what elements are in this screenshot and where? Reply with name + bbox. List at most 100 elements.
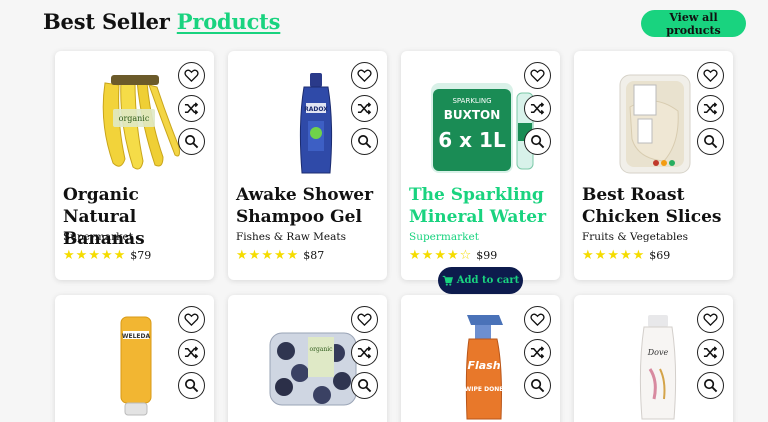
compare-button[interactable] <box>524 339 551 366</box>
product-image-bananas[interactable]: organic <box>75 63 193 181</box>
heart-icon <box>530 69 545 83</box>
wishlist-button[interactable] <box>351 62 378 89</box>
star-icon: ★ <box>632 248 645 263</box>
compare-button[interactable] <box>524 95 551 122</box>
wishlist-button[interactable] <box>524 306 551 333</box>
shuffle-icon <box>184 346 199 359</box>
compare-button[interactable] <box>178 95 205 122</box>
product-card[interactable]: Dove <box>574 295 733 422</box>
wishlist-button[interactable] <box>178 306 205 333</box>
svg-text:organic: organic <box>309 346 333 353</box>
svg-text:SPARKLING: SPARKLING <box>452 97 491 105</box>
quick-view-button[interactable] <box>524 128 551 155</box>
star-icon: ★ <box>286 248 299 263</box>
quick-view-button[interactable] <box>697 128 724 155</box>
heart-icon <box>703 69 718 83</box>
quick-view-button[interactable] <box>178 372 205 399</box>
star-icon: ★ <box>607 248 619 263</box>
heart-icon <box>530 313 545 327</box>
heart-icon <box>703 313 718 327</box>
search-icon <box>185 379 199 393</box>
product-image-chicken-pack[interactable] <box>594 63 712 181</box>
product-image-water-pack[interactable]: SPARKLING BUXTON 6 x 1L <box>421 63 539 181</box>
shuffle-icon <box>703 346 718 359</box>
product-title[interactable]: The Sparkling Mineral Water <box>409 184 557 228</box>
shuffle-icon <box>530 102 545 115</box>
product-title[interactable]: Awake Shower Shampoo Gel <box>236 184 384 228</box>
svg-text:6 x 1L: 6 x 1L <box>438 128 506 152</box>
quick-view-button[interactable] <box>351 372 378 399</box>
quick-view-button[interactable] <box>351 128 378 155</box>
compare-button[interactable] <box>351 95 378 122</box>
add-to-cart-button[interactable]: Add to cart <box>438 267 523 294</box>
quick-view-button[interactable] <box>697 372 724 399</box>
heart-icon <box>184 313 199 327</box>
star-icon: ★ <box>236 248 248 263</box>
view-all-products-button[interactable]: View all products <box>641 10 746 37</box>
product-image-shower-gel[interactable]: RADOX <box>248 63 366 181</box>
svg-text:WELEDA: WELEDA <box>122 333 151 340</box>
star-icon: ★ <box>113 248 126 263</box>
quick-view-button[interactable] <box>178 128 205 155</box>
quick-view-button[interactable] <box>524 372 551 399</box>
search-icon <box>358 379 372 393</box>
product-image-dove-bottle[interactable]: Dove <box>594 307 712 422</box>
search-icon <box>531 135 545 149</box>
heart-icon <box>357 69 372 83</box>
svg-text:Flash: Flash <box>467 359 500 372</box>
add-to-cart-label: Add to cart <box>456 275 520 286</box>
svg-text:organic: organic <box>119 114 150 123</box>
product-price: $87 <box>303 249 325 262</box>
compare-button[interactable] <box>178 339 205 366</box>
product-price: $69 <box>649 249 671 262</box>
star-icon: ★ <box>63 248 75 263</box>
product-card[interactable]: organic <box>228 295 387 422</box>
search-icon <box>704 135 718 149</box>
star-icon: ★ <box>261 248 273 263</box>
star-icon: ★ <box>409 248 421 263</box>
product-price: $99 <box>476 249 498 262</box>
svg-text:RADOX: RADOX <box>304 106 328 113</box>
product-category[interactable]: Supermarket <box>409 231 479 243</box>
shuffle-icon <box>184 102 199 115</box>
compare-button[interactable] <box>351 339 378 366</box>
product-image-blueberries[interactable]: organic <box>248 307 366 422</box>
product-rating: ★ ★ ★ ★ ☆ $99 <box>409 248 497 263</box>
shuffle-icon <box>357 102 372 115</box>
product-category[interactable]: Supermarket <box>63 231 133 243</box>
search-icon <box>358 135 372 149</box>
svg-text:WIPE DONE: WIPE DONE <box>465 386 504 393</box>
star-icon: ★ <box>446 248 459 263</box>
product-image-flash-spray[interactable]: Flash WIPE DONE <box>421 307 539 422</box>
star-outline-icon: ☆ <box>459 248 472 263</box>
star-icon: ★ <box>594 248 607 263</box>
product-image-weleda-tube[interactable]: WELEDA <box>75 307 193 422</box>
star-icon: ★ <box>248 248 261 263</box>
wishlist-button[interactable] <box>697 62 724 89</box>
section-title-main: Best Seller <box>43 9 170 34</box>
product-card[interactable]: Best Roast Chicken Slices Fruits & Veget… <box>574 51 733 280</box>
heart-icon <box>357 313 372 327</box>
product-card[interactable]: Flash WIPE DONE <box>401 295 560 422</box>
product-category[interactable]: Fishes & Raw Meats <box>236 231 346 243</box>
wishlist-button[interactable] <box>524 62 551 89</box>
wishlist-button[interactable] <box>178 62 205 89</box>
product-card[interactable]: RADOX Awake Shower Shampoo Gel Fishes & … <box>228 51 387 280</box>
product-card[interactable]: WELEDA <box>55 295 214 422</box>
star-icon: ★ <box>100 248 113 263</box>
wishlist-button[interactable] <box>351 306 378 333</box>
wishlist-button[interactable] <box>697 306 724 333</box>
shuffle-icon <box>530 346 545 359</box>
compare-button[interactable] <box>697 339 724 366</box>
compare-button[interactable] <box>697 95 724 122</box>
product-card[interactable]: SPARKLING BUXTON 6 x 1L The Sparkling Mi… <box>401 51 560 280</box>
product-card[interactable]: organic Organic Natural Bananas Supermar… <box>55 51 214 280</box>
product-title[interactable]: Best Roast Chicken Slices <box>582 184 730 228</box>
star-icon: ★ <box>421 248 434 263</box>
star-icon: ★ <box>88 248 100 263</box>
star-icon: ★ <box>582 248 594 263</box>
product-rating: ★ ★ ★ ★ ★ $69 <box>582 248 670 263</box>
cart-icon <box>442 275 453 286</box>
star-icon: ★ <box>75 248 88 263</box>
product-category[interactable]: Fruits & Vegetables <box>582 231 688 243</box>
